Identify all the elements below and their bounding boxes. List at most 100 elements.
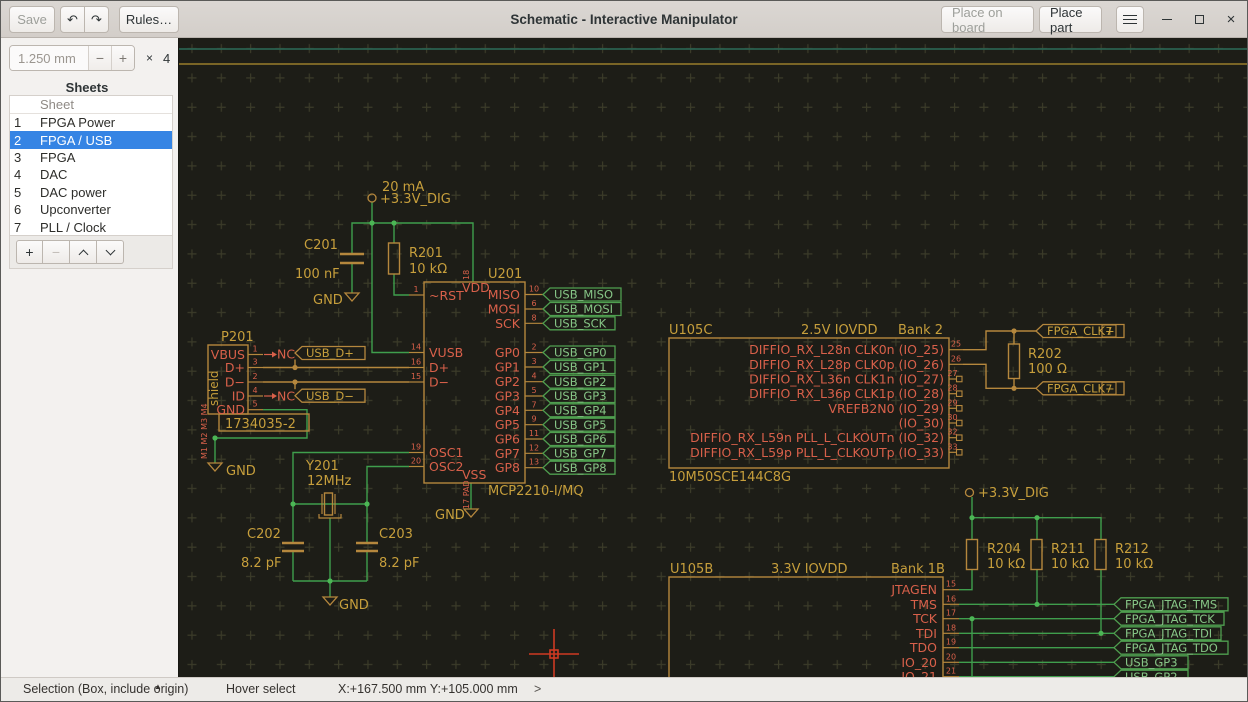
svg-text:R201: R201 [409, 246, 443, 261]
close-button[interactable]: × [1220, 1, 1242, 38]
maximize-button[interactable] [1188, 1, 1210, 38]
svg-text:FPGA_JTAG_TMS: FPGA_JTAG_TMS [1125, 598, 1217, 612]
svg-text:7: 7 [1106, 383, 1113, 395]
undo-button[interactable]: ↶ [60, 6, 85, 33]
sheets-table: Sheet 1FPGA Power2FPGA / USB3FPGA4DAC5DA… [9, 95, 173, 237]
svg-text:1: 1 [413, 285, 418, 294]
net-label-USB_GP2[interactable]: USB_GP2 [543, 375, 615, 389]
svg-text:GP0: GP0 [495, 345, 520, 360]
net-label-USB_GP1[interactable]: USB_GP1 [543, 360, 615, 374]
minimize-button[interactable] [1156, 1, 1178, 38]
net-label-FPGA_JTAG_TMS[interactable]: FPGA_JTAG_TMS [1114, 598, 1228, 612]
svg-text:10 kΩ: 10 kΩ [1051, 557, 1089, 572]
save-button[interactable]: Save [9, 6, 55, 33]
svg-text:VREFB2N0 (IO_29): VREFB2N0 (IO_29) [828, 401, 944, 416]
svg-text:R202: R202 [1028, 347, 1062, 362]
net-label-FPGA_JTAG_TDO[interactable]: FPGA_JTAG_TDO [1114, 641, 1228, 655]
net-label-USB_GP6[interactable]: USB_GP6 [543, 432, 615, 446]
svg-text:USB_GP8: USB_GP8 [554, 461, 607, 475]
svg-text:USB_D+: USB_D+ [306, 346, 354, 360]
svg-text:OSC2: OSC2 [429, 459, 463, 474]
svg-text:3: 3 [252, 358, 257, 367]
sheet-row-dac[interactable]: 4DAC [10, 166, 172, 183]
svg-text:16: 16 [946, 595, 956, 604]
grid-spacing-increment-button[interactable]: + [111, 46, 134, 70]
svg-text:FPGA_JTAG_TCK: FPGA_JTAG_TCK [1125, 612, 1215, 626]
sheet-row-fpga-usb[interactable]: 2FPGA / USB [10, 131, 172, 148]
svg-text:FPGA_JTAG_TDI: FPGA_JTAG_TDI [1125, 627, 1212, 641]
sidebar: 1.250 mm − + × 4 Sheets Sheet 1FPGA Powe… [1, 38, 179, 677]
svg-text:100 nF: 100 nF [295, 267, 340, 282]
junction-dot [391, 220, 396, 225]
undo-redo-group: ↶ ↷ [60, 6, 109, 33]
svg-text:TDI: TDI [915, 626, 937, 641]
svg-text:USB_MOSI: USB_MOSI [554, 302, 613, 316]
grid-spacing-value[interactable]: 1.250 mm [10, 46, 88, 70]
svg-text:9: 9 [531, 415, 536, 424]
net-label-FPGA_CLK−[interactable]: FPGA_CLK−7 [1036, 382, 1124, 396]
svg-text:4: 4 [252, 386, 257, 395]
rules-button[interactable]: Rules… [119, 6, 179, 33]
menu-button[interactable] [1116, 6, 1144, 33]
place-on-board-button[interactable]: Place on board [941, 6, 1034, 33]
svg-text:USB_D−: USB_D− [306, 389, 354, 403]
net-label-USB_GP0[interactable]: USB_GP0 [543, 346, 615, 360]
sheets-column-header[interactable]: Sheet [10, 96, 172, 114]
svg-text:USB_GP7: USB_GP7 [554, 447, 607, 461]
svg-text:2: 2 [531, 343, 536, 352]
net-label-USB_MISO[interactable]: USB_MISO [543, 288, 621, 302]
net-label-USB_GP8[interactable]: USB_GP8 [543, 461, 615, 475]
svg-text:~RST: ~RST [429, 288, 464, 303]
tool-selector-arrow-icon[interactable]: ▲ [154, 682, 162, 691]
net-label-USB_GP3[interactable]: USB_GP3 [1114, 656, 1188, 670]
net-label-USB_GP3[interactable]: USB_GP3 [543, 389, 615, 403]
status-expand-chevron[interactable]: > [534, 682, 541, 696]
sheet-move-down-button[interactable] [97, 240, 124, 264]
net-label-USB_MOSI[interactable]: USB_MOSI [543, 302, 621, 316]
svg-text:12MHz: 12MHz [307, 474, 352, 489]
grid-multiplier-value: 4 [163, 51, 170, 66]
svg-text:16: 16 [411, 358, 421, 367]
sheet-row-fpga[interactable]: 3FPGA [10, 149, 172, 166]
svg-text:6: 6 [531, 299, 536, 308]
sheet-row-fpga-power[interactable]: 1FPGA Power [10, 114, 172, 131]
net-label-USB_GP5[interactable]: USB_GP5 [543, 418, 615, 432]
svg-text:D−: D− [429, 375, 449, 390]
svg-text:29: 29 [947, 399, 957, 408]
svg-text:18: 18 [946, 624, 956, 633]
grid-spacing-decrement-button[interactable]: − [88, 46, 111, 70]
net-label-USB_GP7[interactable]: USB_GP7 [543, 447, 615, 461]
svg-text:7: 7 [531, 401, 536, 410]
junction-dot [364, 501, 369, 506]
svg-text:USB_GP5: USB_GP5 [554, 418, 607, 432]
net-label-FPGA_CLK+[interactable]: FPGA_CLK+7 [1036, 324, 1124, 338]
svg-text:15: 15 [946, 580, 956, 589]
redo-button[interactable]: ↷ [85, 6, 109, 33]
sheet-move-up-button[interactable] [70, 240, 97, 264]
schematic-svg[interactable]: USB_MISOUSB_MOSIUSB_SCKUSB_GP0USB_GP1USB… [179, 38, 1247, 679]
net-label-FPGA_JTAG_TDI[interactable]: FPGA_JTAG_TDI [1114, 627, 1221, 641]
net-label-FPGA_JTAG_TCK[interactable]: FPGA_JTAG_TCK [1114, 612, 1224, 626]
svg-text:GP2: GP2 [495, 374, 520, 389]
cursor-coordinates: X:+167.500 mm Y:+105.000 mm [338, 682, 518, 696]
svg-text:VDD: VDD [462, 280, 490, 295]
svg-text:GND: GND [435, 508, 465, 523]
sheet-row-pll-clock[interactable]: 7PLL / Clock [10, 218, 172, 235]
sheet-row-dac-power[interactable]: 5DAC power [10, 184, 172, 201]
svg-text:Bank 2: Bank 2 [898, 323, 943, 338]
hover-select-label[interactable]: Hover select [226, 682, 295, 696]
sheet-add-button[interactable]: + [16, 240, 43, 264]
svg-text:10 kΩ: 10 kΩ [1115, 557, 1153, 572]
sheet-row-upconverter[interactable]: 6Upconverter [10, 201, 172, 218]
net-label-USB_GP4[interactable]: USB_GP4 [543, 404, 615, 418]
svg-text:NC: NC [277, 389, 295, 404]
tool-selector[interactable]: Selection (Box, include origin) [23, 682, 188, 696]
svg-text:GP4: GP4 [495, 403, 520, 418]
svg-text:1: 1 [252, 345, 257, 354]
net-label-USB_SCK[interactable]: USB_SCK [543, 317, 615, 331]
sheet-remove-button[interactable]: − [43, 240, 70, 264]
schematic-canvas[interactable]: USB_MISOUSB_MOSIUSB_SCKUSB_GP0USB_GP1USB… [179, 38, 1247, 677]
svg-text:R212: R212 [1115, 542, 1149, 557]
place-part-button[interactable]: Place part [1039, 6, 1102, 33]
svg-text:(IO_30): (IO_30) [899, 416, 944, 431]
